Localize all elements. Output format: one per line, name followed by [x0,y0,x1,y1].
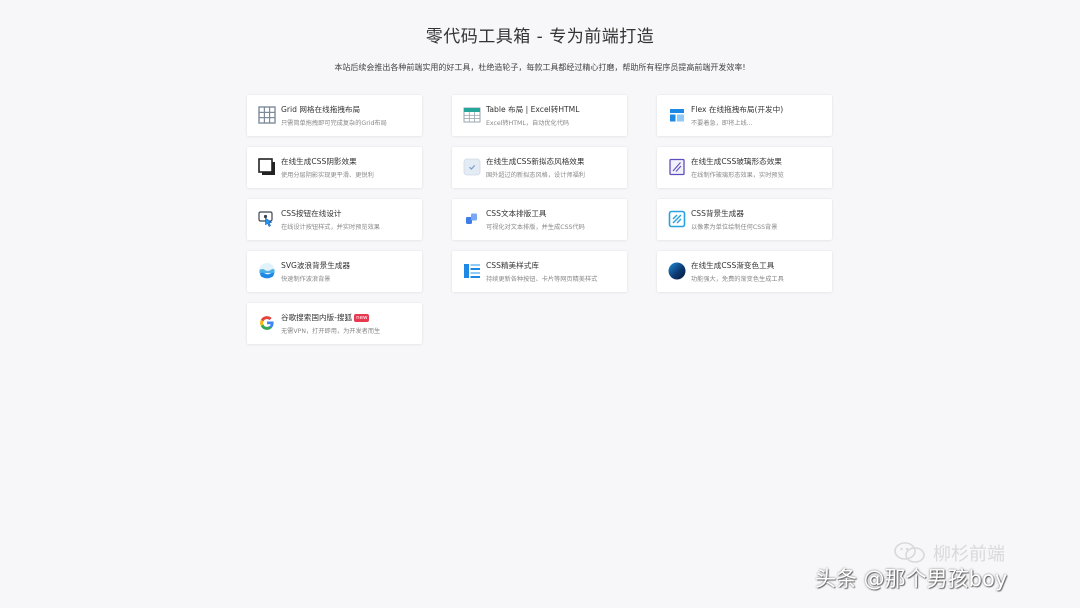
tool-name: 在线生成CSS阴影效果 [281,157,357,166]
tool-card-css-button-design[interactable]: CSS按钮在线设计 在线设计按钮样式，并实时预览效果 [247,199,422,240]
tool-name: 在线生成CSS玻璃形态效果 [691,157,782,166]
grid-icon [258,106,276,124]
tool-name: CSS按钮在线设计 [281,209,342,218]
table-icon [463,106,481,124]
tool-name: 在线生成CSS渐变色工具 [691,261,775,270]
gradient-icon [668,262,686,280]
google-icon [258,314,276,332]
tool-name: SVG波浪背景生成器 [281,261,351,270]
tool-card-grid-layout[interactable]: Grid 网格在线拖拽布局 只需简单拖拽即可完成复杂的Grid布局 [247,95,422,136]
wave-icon [258,262,276,280]
tool-name: Table 布局 | Excel转HTML [486,105,580,114]
text-typography-icon [463,210,481,228]
tool-card-css-text-typography[interactable]: CSS文本排版工具 可视化对文本排版，并生成CSS代码 [452,199,627,240]
tool-card-svg-wave[interactable]: SVG波浪背景生成器 快速制作波浪背景 [247,251,422,292]
tool-card-css-shadow[interactable]: 在线生成CSS阴影效果 使用分层阴影实现更平滑、更锐利 [247,147,422,188]
tool-card-table-layout[interactable]: Table 布局 | Excel转HTML Excel转HTML，自动优化代码 [452,95,627,136]
flex-layout-icon [668,106,686,124]
background-icon [668,210,686,228]
tool-description: 快速制作波浪背景 [281,276,331,283]
tool-description: 无需VPN，打开即用，为开发者而生 [281,328,381,335]
page-subtitle: 本站后续会推出各种前端实用的好工具，杜绝造轮子，每款工具都经过精心打磨，帮助所有… [334,63,746,72]
author-watermark: 头条 @那个男孩boy [815,567,1008,591]
tool-description: 只需简单拖拽即可完成复杂的Grid布局 [281,120,387,127]
tool-name: Flex 在线拖拽布局(开发中) [691,105,784,114]
tool-name: CSS背景生成器 [691,209,744,218]
glass-icon [668,158,686,176]
tool-description: 在线设计按钮样式，并实时预览效果 [281,224,380,231]
tool-card-css-gradient[interactable]: 在线生成CSS渐变色工具 功能强大，免费的渐变色生成工具 [657,251,832,292]
tool-name: 谷歌搜索国内版-搜狐 new [281,312,370,323]
tool-name: Grid 网格在线拖拽布局 [281,105,361,114]
new-badge: new [354,314,370,322]
tool-name: 在线生成CSS新拟态风格效果 [486,157,585,166]
tool-card-css-background[interactable]: CSS背景生成器 以像素为单位绘制任何CSS背景 [657,199,832,240]
tool-card-flex-layout[interactable]: Flex 在线拖拽布局(开发中) 不要着急，即将上线... [657,95,832,136]
tool-card-css-style-library[interactable]: CSS精美样式库 持续更新各种按钮、卡片等网页精美样式 [452,251,627,292]
tool-card-google-search[interactable]: 谷歌搜索国内版-搜狐 new 无需VPN，打开即用，为开发者而生 [247,303,422,344]
tool-name: CSS文本排版工具 [486,209,547,218]
tool-name-text: 谷歌搜索国内版-搜狐 [281,313,353,322]
tool-grid: Grid 网格在线拖拽布局 只需简单拖拽即可完成复杂的Grid布局 Table … [247,95,832,344]
tool-description: 在线制作玻璃形态效果，实时预览 [691,172,784,179]
tool-description: 以像素为单位绘制任何CSS背景 [691,224,778,231]
account-name: 柳杉前端 [933,544,1005,565]
tool-description: 功能强大，免费的渐变色生成工具 [691,276,784,283]
neumorphism-icon [463,158,481,176]
tool-description: 使用分层阴影实现更平滑、更锐利 [281,172,374,179]
tool-description: 国外超过的新拟态风格，设计师福利 [486,172,585,179]
style-library-icon [463,262,481,280]
tool-card-css-glassmorphism[interactable]: 在线生成CSS玻璃形态效果 在线制作玻璃形态效果，实时预览 [657,147,832,188]
tool-card-css-neumorphism[interactable]: 在线生成CSS新拟态风格效果 国外超过的新拟态风格，设计师福利 [452,147,627,188]
page-title: 零代码工具箱 - 专为前端打造 [425,27,655,47]
tool-description: 持续更新各种按钮、卡片等网页精美样式 [486,276,598,283]
tool-name: CSS精美样式库 [486,261,539,270]
shadow-icon [258,158,276,176]
tool-description: Excel转HTML，自动优化代码 [486,120,570,127]
tool-description: 不要着急，即将上线... [691,120,753,127]
button-design-icon [258,210,276,228]
tool-description: 可视化对文本排版，并生成CSS代码 [486,224,585,231]
